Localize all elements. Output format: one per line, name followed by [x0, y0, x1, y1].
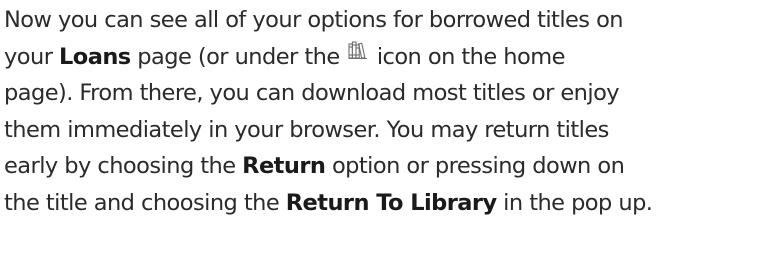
line2-mid-text: page (or under the: [130, 43, 347, 70]
loans-keyword: Loans: [59, 43, 131, 70]
line2-after-text: icon on the home: [370, 43, 566, 70]
text-line-1: Now you can see all of your options for …: [4, 2, 777, 39]
return-keyword: Return: [242, 153, 326, 180]
text-line-2: your Loans page (or under the icon on th…: [4, 39, 777, 76]
text-line-3: page). From there, you can download most…: [4, 75, 777, 112]
return-to-library-keyword: Return To Library: [285, 189, 497, 216]
line5-after-text: option or pressing down on: [325, 153, 625, 180]
line5-before-text: early by choosing the: [4, 153, 243, 180]
line3-text: page). From there, you can download most…: [4, 80, 620, 107]
instruction-paragraph: Now you can see all of your options for …: [4, 2, 777, 222]
text-line-6: the title and choosing the Return To Lib…: [4, 185, 777, 222]
line2-before-text: your: [4, 43, 59, 70]
line6-after-text: in the pop up.: [496, 189, 653, 216]
bookshelf-icon: [348, 40, 368, 60]
text-line-5: early by choosing the Return option or p…: [4, 148, 777, 185]
line4-text: them immediately in your browser. You ma…: [4, 116, 609, 143]
line1-text: Now you can see all of your options for …: [4, 7, 624, 33]
text-line-4: them immediately in your browser. You ma…: [4, 112, 777, 149]
line6-before-text: the title and choosing the: [4, 189, 286, 216]
